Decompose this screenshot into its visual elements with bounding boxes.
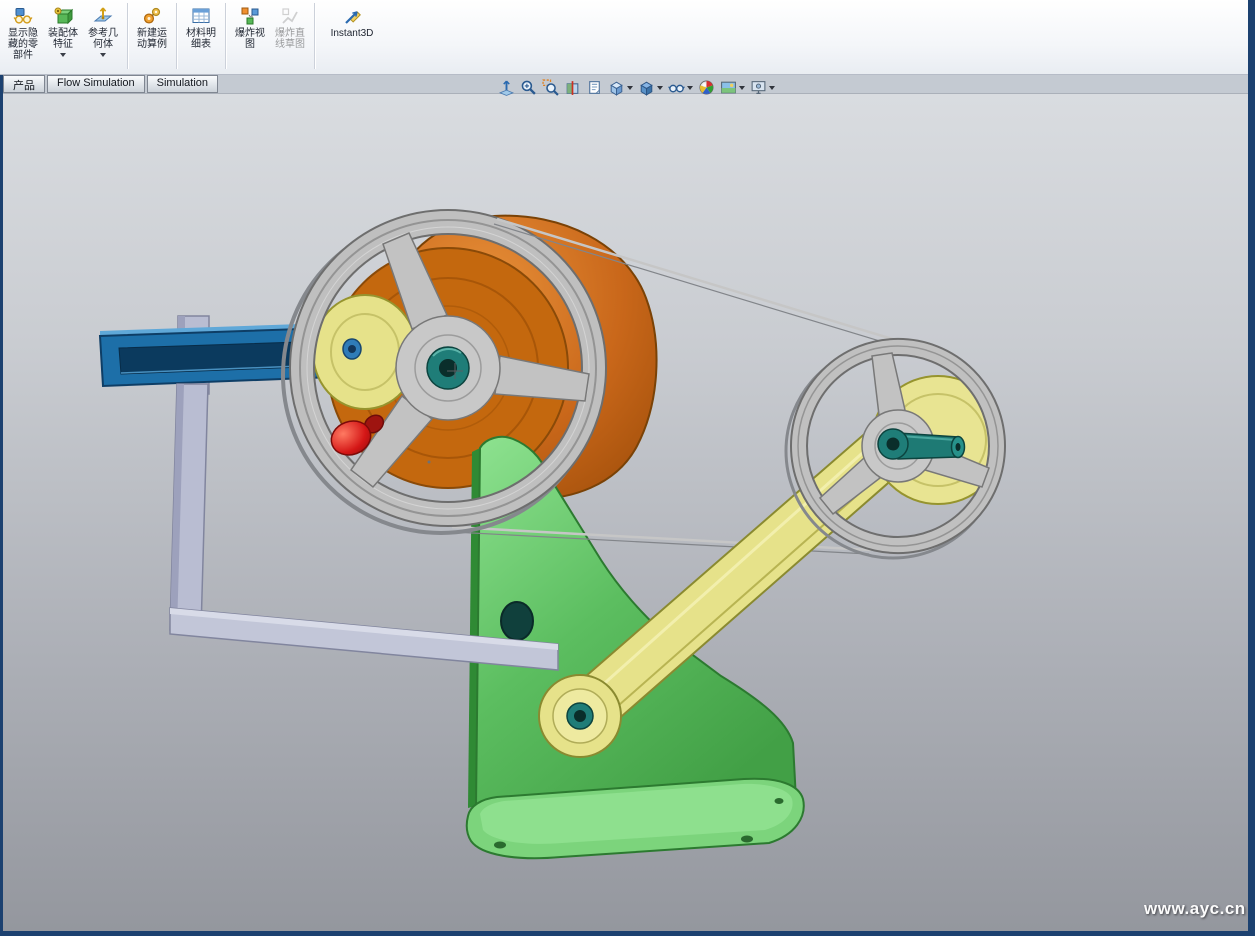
button-label: 装配体特征 — [47, 28, 79, 50]
reference-geometry-icon — [93, 6, 113, 26]
explode-line-sketch-icon — [280, 6, 300, 26]
hide-show-items-button[interactable] — [667, 78, 694, 97]
view-settings-button[interactable] — [749, 78, 776, 97]
watermark-text: www.ayc.cn — [1144, 899, 1246, 919]
exploded-view-button[interactable]: 爆炸视图 — [231, 2, 269, 51]
instant3d-button[interactable]: Instant3D — [320, 2, 384, 40]
section-view-icon — [564, 79, 581, 96]
window-frame-right — [1248, 0, 1255, 936]
button-label: 爆炸视图 — [234, 28, 266, 50]
3d-model-canvas[interactable] — [0, 0, 1255, 936]
tab-label: 产品 — [13, 80, 35, 92]
button-label: 参考几何体 — [87, 28, 119, 50]
window-frame-left — [0, 75, 3, 936]
window-frame-bottom — [0, 931, 1255, 936]
normal-to-icon — [498, 79, 515, 96]
button-label: 材料明细表 — [185, 28, 217, 50]
edit-appearance-button[interactable] — [697, 78, 716, 97]
dropdown-caret-icon[interactable] — [739, 86, 745, 90]
explode-line-sketch-button[interactable]: 爆炸直线草图 — [271, 2, 309, 51]
bill-of-materials-icon — [191, 6, 211, 26]
annotation-view-button[interactable] — [585, 78, 604, 97]
button-label: Instant3D — [323, 28, 381, 39]
tab-flow-simulation[interactable]: Flow Simulation — [47, 75, 145, 93]
assembly-features-button[interactable]: 装配体特征 — [44, 2, 82, 58]
pulley-spoke — [872, 353, 905, 415]
dropdown-caret-icon[interactable] — [687, 86, 693, 90]
exploded-view-icon — [240, 6, 260, 26]
mount-hole — [501, 602, 533, 640]
tab-label: Flow Simulation — [57, 77, 135, 89]
reference-geometry-button[interactable]: 参考几何体 — [84, 2, 122, 58]
new-motion-study-button[interactable]: 新建运动算例 — [133, 2, 171, 51]
zoom-area-icon — [542, 79, 559, 96]
screw-hole — [494, 842, 506, 849]
tab-products[interactable]: 产品 — [3, 75, 45, 93]
button-label: 新建运动算例 — [136, 28, 168, 50]
dropdown-caret-icon[interactable] — [769, 86, 775, 90]
zoom-fit-button[interactable] — [519, 78, 538, 97]
command-toolbar: 显示隐藏的零部件 装配体特征 参考几何体 新建运动算例 材料明细表 爆炸视图 — [0, 0, 1248, 75]
zoom-fit-icon — [520, 79, 537, 96]
show-hidden-components-icon — [13, 6, 33, 26]
dropdown-caret-icon[interactable] — [627, 86, 633, 90]
instant3d-icon — [342, 6, 362, 26]
tab-simulation[interactable]: Simulation — [147, 75, 218, 93]
button-label: 爆炸直线草图 — [274, 28, 306, 50]
view-orientation-button[interactable] — [607, 78, 634, 97]
tab-label: Simulation — [157, 77, 208, 89]
dropdown-caret-icon[interactable] — [100, 53, 106, 57]
assembly-features-icon — [53, 6, 73, 26]
toolbar-separator — [225, 3, 226, 69]
new-motion-study-icon — [142, 6, 162, 26]
display-style-button[interactable] — [637, 78, 664, 97]
display-style-icon — [638, 79, 655, 96]
zoom-area-button[interactable] — [541, 78, 560, 97]
dropdown-caret-icon[interactable] — [657, 86, 663, 90]
view-settings-icon — [750, 79, 767, 96]
screw-hole — [775, 798, 784, 804]
apply-scene-icon — [720, 79, 737, 96]
bill-of-materials-button[interactable]: 材料明细表 — [182, 2, 220, 51]
section-view-button[interactable] — [563, 78, 582, 97]
view-orientation-icon — [608, 79, 625, 96]
button-label: 显示隐藏的零部件 — [7, 28, 39, 61]
toolbar-separator — [176, 3, 177, 69]
edit-appearance-icon — [698, 79, 715, 96]
apply-scene-button[interactable] — [719, 78, 746, 97]
normal-to-button[interactable] — [497, 78, 516, 97]
screw-hole — [741, 836, 753, 843]
annotation-view-icon — [586, 79, 603, 96]
heads-up-view-toolbar — [497, 78, 776, 97]
toolbar-separator — [127, 3, 128, 69]
dropdown-caret-icon[interactable] — [60, 53, 66, 57]
toolbar-separator — [314, 3, 315, 69]
show-hidden-components-button[interactable]: 显示隐藏的零部件 — [4, 2, 42, 62]
hide-show-items-icon — [668, 79, 685, 96]
